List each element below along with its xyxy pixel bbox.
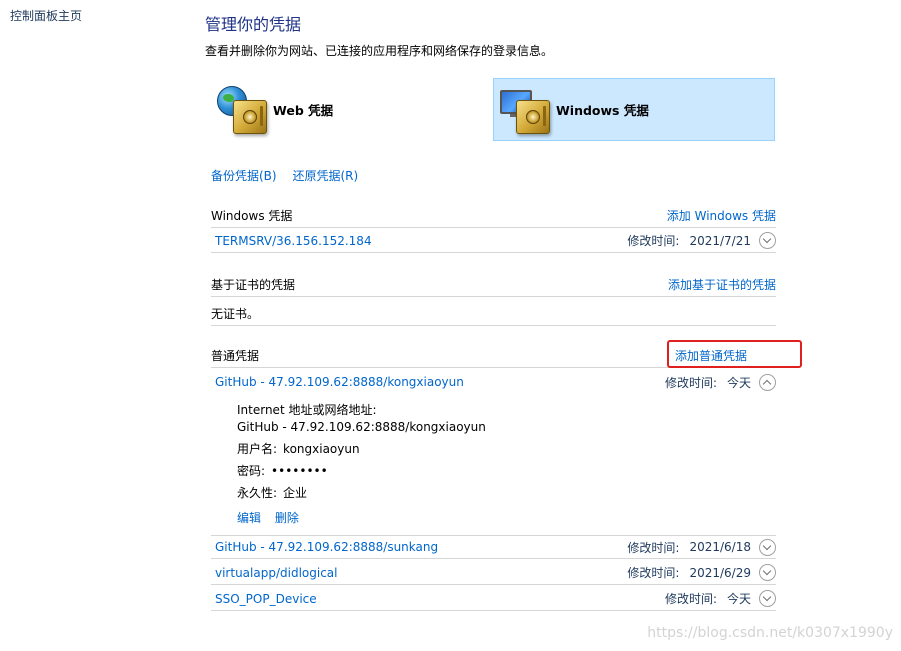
credential-meta: 修改时间: 今天 — [664, 373, 776, 391]
expand-chevron-icon[interactable] — [759, 232, 776, 249]
generic-credentials-section-header: 普通凭据 添加普通凭据 — [211, 343, 776, 368]
vault-icon — [516, 99, 550, 134]
web-credentials-icon — [217, 84, 269, 136]
expand-chevron-icon[interactable] — [759, 590, 776, 607]
restore-credentials-link[interactable]: 还原凭据(R) — [292, 169, 358, 183]
windows-credentials-label: Windows 凭据 — [556, 103, 649, 118]
vault-icon — [233, 99, 267, 134]
windows-credentials-section-header: Windows 凭据 添加 Windows 凭据 — [211, 203, 776, 228]
section-title: Windows 凭据 — [211, 208, 293, 223]
add-certificate-credential-link[interactable]: 添加基于证书的凭据 — [668, 276, 776, 293]
expand-chevron-icon[interactable] — [759, 564, 776, 581]
add-generic-credential-link[interactable]: 添加普通凭据 — [675, 347, 747, 364]
windows-credentials-tab[interactable]: Windows 凭据 — [493, 78, 775, 141]
persistence-label: 永久性: — [237, 486, 278, 500]
backup-credentials-link[interactable]: 备份凭据(B) — [211, 169, 277, 183]
credential-meta: 修改时间: 2021/6/18 — [627, 538, 776, 556]
credential-name: GitHub - 47.92.109.62:8888/kongxiaoyun — [215, 375, 464, 389]
username-field: 用户名: kongxiaoyun — [237, 441, 486, 458]
web-credentials-label: Web 凭据 — [273, 103, 334, 118]
address-value: GitHub - 47.92.109.62:8888/kongxiaoyun — [237, 420, 486, 434]
credential-meta: 修改时间: 2021/6/29 — [627, 564, 776, 581]
section-title: 普通凭据 — [211, 348, 260, 363]
delete-credential-link[interactable]: 删除 — [275, 511, 299, 525]
collapse-chevron-icon[interactable] — [759, 373, 776, 391]
modified-date: 今天 — [726, 375, 751, 390]
section-title: 基于证书的凭据 — [211, 277, 296, 292]
credential-meta: 修改时间: 2021/7/21 — [627, 232, 776, 249]
modified-label: 修改时间: — [627, 540, 680, 555]
certificate-credentials-section-header: 基于证书的凭据 添加基于证书的凭据 — [211, 272, 776, 297]
page-subtitle: 查看并删除你为网站、已连接的应用程序和网络保存的登录信息。 — [205, 44, 554, 58]
watermark-text: https://blog.csdn.net/k0307x1990y — [647, 625, 893, 641]
credential-name: SSO_POP_Device — [215, 591, 317, 606]
windows-credentials-icon — [500, 84, 552, 136]
persistence-field: 永久性: 企业 — [237, 485, 486, 502]
edit-credential-link[interactable]: 编辑 — [237, 511, 261, 525]
backup-restore-links: 备份凭据(B) 还原凭据(R) — [211, 167, 358, 184]
password-value: •••••••• — [271, 464, 328, 478]
no-certificates-text: 无证书。 — [211, 306, 260, 321]
credential-row[interactable]: SSO_POP_Device 修改时间: 今天 — [211, 587, 776, 611]
credential-actions: 编辑 删除 — [237, 510, 486, 527]
credential-row[interactable]: GitHub - 47.92.109.62:8888/sunkang 修改时间:… — [211, 535, 776, 559]
expand-chevron-icon[interactable] — [759, 538, 776, 556]
credential-row-expanded[interactable]: GitHub - 47.92.109.62:8888/kongxiaoyun 修… — [211, 370, 776, 394]
password-label: 密码: — [237, 464, 266, 478]
modified-date: 2021/6/29 — [689, 565, 751, 580]
password-field: 密码: •••••••• — [237, 463, 486, 480]
credential-name: virtualapp/didlogical — [215, 565, 338, 580]
credential-row[interactable]: TERMSRV/36.156.152.184 修改时间: 2021/7/21 — [211, 229, 776, 253]
username-label: 用户名: — [237, 442, 278, 456]
modified-label: 修改时间: — [627, 234, 680, 248]
modified-label: 修改时间: — [664, 375, 717, 390]
page-title: 管理你的凭据 — [205, 15, 302, 34]
persistence-value: 企业 — [283, 486, 308, 500]
web-credentials-tab[interactable]: Web 凭据 — [211, 78, 493, 141]
modified-label: 修改时间: — [664, 592, 717, 606]
modified-label: 修改时间: — [627, 566, 680, 580]
credential-meta: 修改时间: 今天 — [665, 590, 776, 607]
credential-details: Internet 地址或网络地址: GitHub - 47.92.109.62:… — [237, 402, 486, 527]
username-value: kongxiaoyun — [283, 442, 360, 456]
no-certificates-text-row: 无证书。 — [211, 301, 776, 326]
credential-name: TERMSRV/36.156.152.184 — [215, 233, 372, 248]
add-windows-credential-link[interactable]: 添加 Windows 凭据 — [667, 207, 776, 224]
control-panel-home-link[interactable]: 控制面板主页 — [10, 7, 82, 24]
address-label: Internet 地址或网络地址: — [237, 403, 377, 417]
credential-name: GitHub - 47.92.109.62:8888/sunkang — [215, 540, 439, 554]
modified-date: 2021/7/21 — [689, 233, 751, 248]
credential-row[interactable]: virtualapp/didlogical 修改时间: 2021/6/29 — [211, 561, 776, 585]
modified-date: 今天 — [726, 592, 751, 606]
modified-date: 2021/6/18 — [689, 540, 751, 554]
